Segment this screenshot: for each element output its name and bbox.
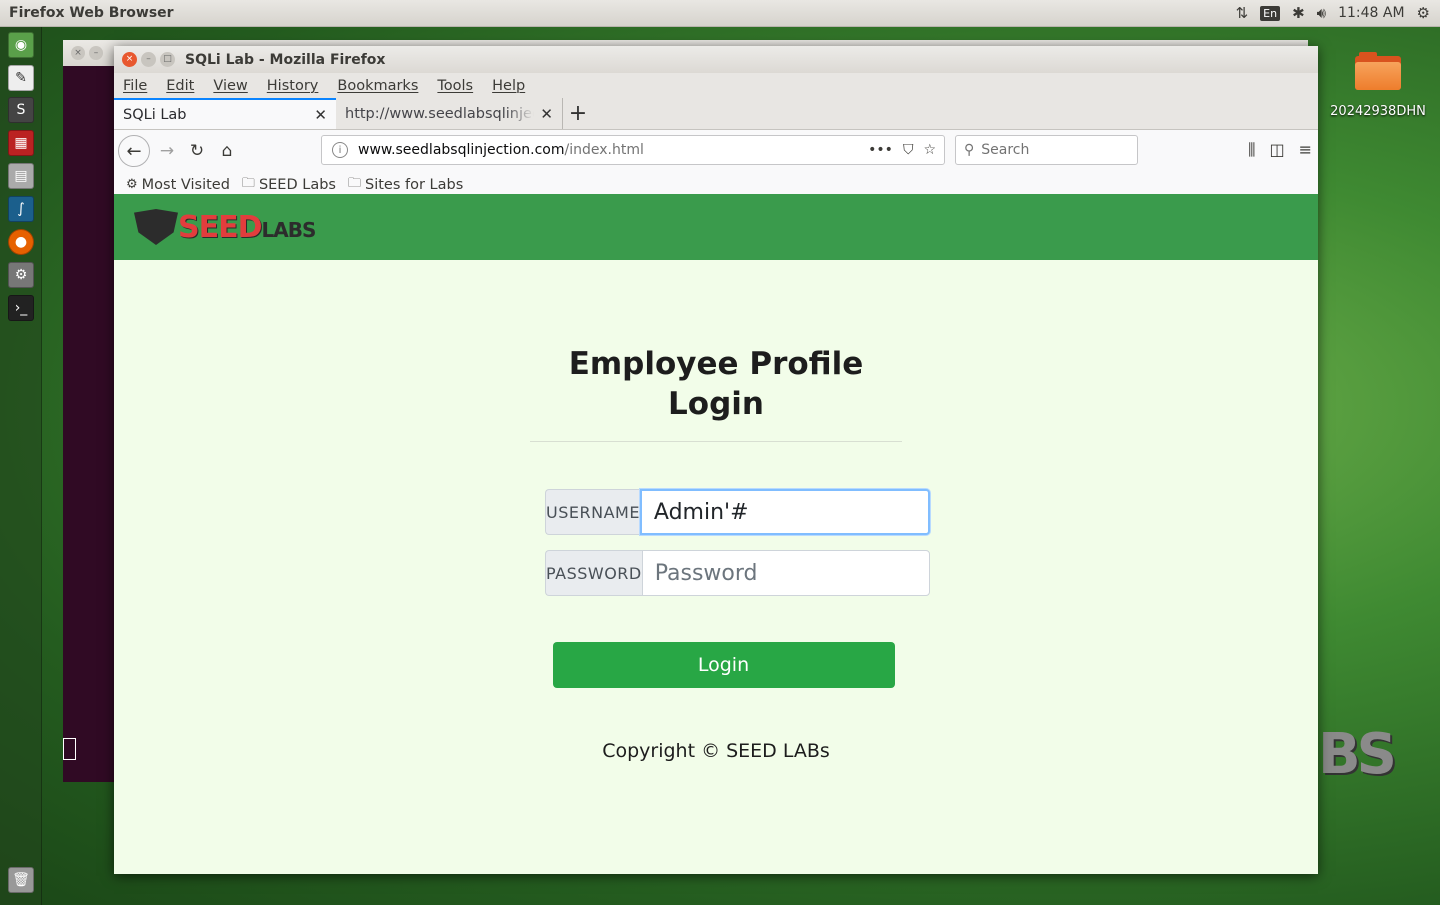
gear-icon: ⚙ xyxy=(126,177,138,192)
launcher-sidebar: ◉ ✎ S ▦ ▤ ∫ ● ⚙ ›_ 🗑︎ xyxy=(0,27,42,905)
system-settings-icon[interactable]: ⚙ xyxy=(8,262,34,288)
keyboard-language-indicator[interactable]: En xyxy=(1260,5,1281,21)
files-icon[interactable]: ▤ xyxy=(8,163,34,189)
back-arrow-icon[interactable]: ← xyxy=(118,135,150,167)
close-tab-icon[interactable]: ✕ xyxy=(314,106,327,124)
search-placeholder: Search xyxy=(981,142,1030,158)
terminal-cursor xyxy=(63,738,76,760)
settings-gear-icon[interactable]: ⚙ xyxy=(1417,4,1430,22)
username-group: USERNAME xyxy=(545,489,930,535)
home-icon[interactable]: ⌂ xyxy=(212,141,242,161)
window-titlebar[interactable]: × – □ SQLi Lab - Mozilla Firefox xyxy=(114,46,1318,73)
search-input[interactable]: ⚲ Search xyxy=(955,135,1138,165)
menu-tools[interactable]: Tools xyxy=(437,78,473,94)
terminal-icon[interactable]: ›_ xyxy=(8,295,34,321)
bookmark-most-visited[interactable]: ⚙ Most Visited xyxy=(126,177,230,193)
active-app-title: Firefox Web Browser xyxy=(9,5,174,21)
divider xyxy=(530,441,902,442)
menu-help[interactable]: Help xyxy=(492,78,525,94)
tab-sqli-lab[interactable]: SQLi Lab ✕ xyxy=(114,98,336,129)
menu-history[interactable]: History xyxy=(267,78,319,94)
network-icon[interactable]: ⇅ xyxy=(1236,4,1249,22)
seed-labs-logo[interactable]: SEEDLABS xyxy=(134,209,316,245)
trash-icon[interactable]: 🗑︎ xyxy=(8,867,34,893)
bookmark-star-icon[interactable]: ☆ xyxy=(923,142,936,158)
desktop-folder[interactable]: 20242938DHN xyxy=(1328,52,1428,119)
maximize-window-button[interactable]: □ xyxy=(160,52,175,67)
url-bar[interactable]: i www.seedlabsqlinjection.com/index.html… xyxy=(321,135,945,165)
search-icon: ⚲ xyxy=(964,142,975,158)
sidebar-toggle-icon[interactable]: ◫ xyxy=(1269,140,1284,160)
library-icon[interactable]: ⫼ xyxy=(1248,140,1255,160)
calculator-icon[interactable]: ▦ xyxy=(8,130,34,156)
site-info-icon[interactable]: i xyxy=(332,142,348,158)
hamburger-menu-icon[interactable]: ≡ xyxy=(1299,140,1312,160)
menu-bookmarks[interactable]: Bookmarks xyxy=(337,78,418,94)
menu-bar: File Edit View History Bookmarks Tools H… xyxy=(114,73,1318,99)
text-editor-icon[interactable]: ✎ xyxy=(8,65,34,91)
shield-icon xyxy=(134,209,178,245)
reload-icon[interactable]: ↻ xyxy=(182,141,212,161)
tab-bar: SQLi Lab ✕ http://www.seedlabsqlinjectio… xyxy=(114,98,1318,130)
navigation-toolbar: ← → ↻ ⌂ i www.seedlabsqlinjection.com/in… xyxy=(114,130,1318,172)
menu-file[interactable]: File xyxy=(123,78,147,94)
close-tab-icon[interactable]: ✕ xyxy=(540,105,553,123)
folder-icon: 🗀 xyxy=(347,175,361,191)
password-label: PASSWORD xyxy=(545,550,642,596)
folder-icon xyxy=(1355,52,1401,90)
firefox-window: × – □ SQLi Lab - Mozilla Firefox File Ed… xyxy=(114,46,1318,874)
wireshark-icon[interactable]: ∫ xyxy=(8,196,34,222)
tab-seedlabs-url[interactable]: http://www.seedlabsqlinjection.com ✕ xyxy=(336,98,563,129)
minimize-window-button[interactable]: – xyxy=(141,52,156,67)
tab-label: http://www.seedlabsqlinjection.com xyxy=(345,105,534,122)
tab-label: SQLi Lab xyxy=(123,106,187,123)
folder-label: 20242938DHN xyxy=(1330,104,1426,119)
password-input[interactable] xyxy=(641,550,930,596)
pocket-icon[interactable]: ⛉ xyxy=(903,142,914,158)
sublime-icon[interactable]: S xyxy=(8,97,34,123)
desktop-wallpaper-logo-fragment: BS xyxy=(1318,722,1397,787)
forward-arrow-icon[interactable]: → xyxy=(152,141,182,161)
login-form: Employee Profile Login USERNAME PASSWORD… xyxy=(530,194,930,762)
bluetooth-icon[interactable]: ✱ xyxy=(1292,4,1305,22)
top-panel: Firefox Web Browser ⇅ En ✱ 🔊︎ 11:48 AM ⚙ xyxy=(0,0,1440,27)
url-actions: ••• ⛉ ☆ xyxy=(868,142,936,158)
page-actions-ellipsis-icon[interactable]: ••• xyxy=(868,142,893,158)
clock[interactable]: 11:48 AM xyxy=(1338,5,1404,21)
volume-icon[interactable]: 🔊︎ xyxy=(1317,4,1326,22)
menu-edit[interactable]: Edit xyxy=(166,78,194,94)
menu-view[interactable]: View xyxy=(213,78,247,94)
window-title: SQLi Lab - Mozilla Firefox xyxy=(185,51,386,68)
web-page: SEEDLABS Employee Profile Login USERNAME… xyxy=(114,194,1318,874)
folder-icon: 🗀 xyxy=(241,175,255,191)
bookmark-sites-for-labs[interactable]: 🗀 Sites for Labs xyxy=(348,174,463,196)
username-input[interactable] xyxy=(639,489,930,535)
bg-minimize-button[interactable]: – xyxy=(89,46,103,60)
password-group: PASSWORD xyxy=(545,550,930,596)
bg-close-button[interactable]: × xyxy=(71,46,85,60)
page-title: Employee Profile Login xyxy=(568,346,864,422)
login-button[interactable]: Login xyxy=(552,642,895,688)
system-tray: ⇅ En ✱ 🔊︎ 11:48 AM ⚙ xyxy=(1236,4,1430,22)
username-label: USERNAME xyxy=(545,489,640,535)
new-tab-plus-icon[interactable]: + xyxy=(563,98,593,129)
bookmark-seed-labs[interactable]: 🗀 SEED Labs xyxy=(242,174,336,196)
firefox-icon[interactable]: ● xyxy=(8,229,34,255)
close-window-button[interactable]: × xyxy=(122,52,137,67)
url-text[interactable]: www.seedlabsqlinjection.com/index.html xyxy=(358,142,868,158)
toolbar-right-tools: ⫼ ◫ ≡ xyxy=(1248,140,1312,160)
dash-home-icon[interactable]: ◉ xyxy=(8,32,34,58)
copyright-text: Copyright © SEED LABs xyxy=(602,740,830,762)
